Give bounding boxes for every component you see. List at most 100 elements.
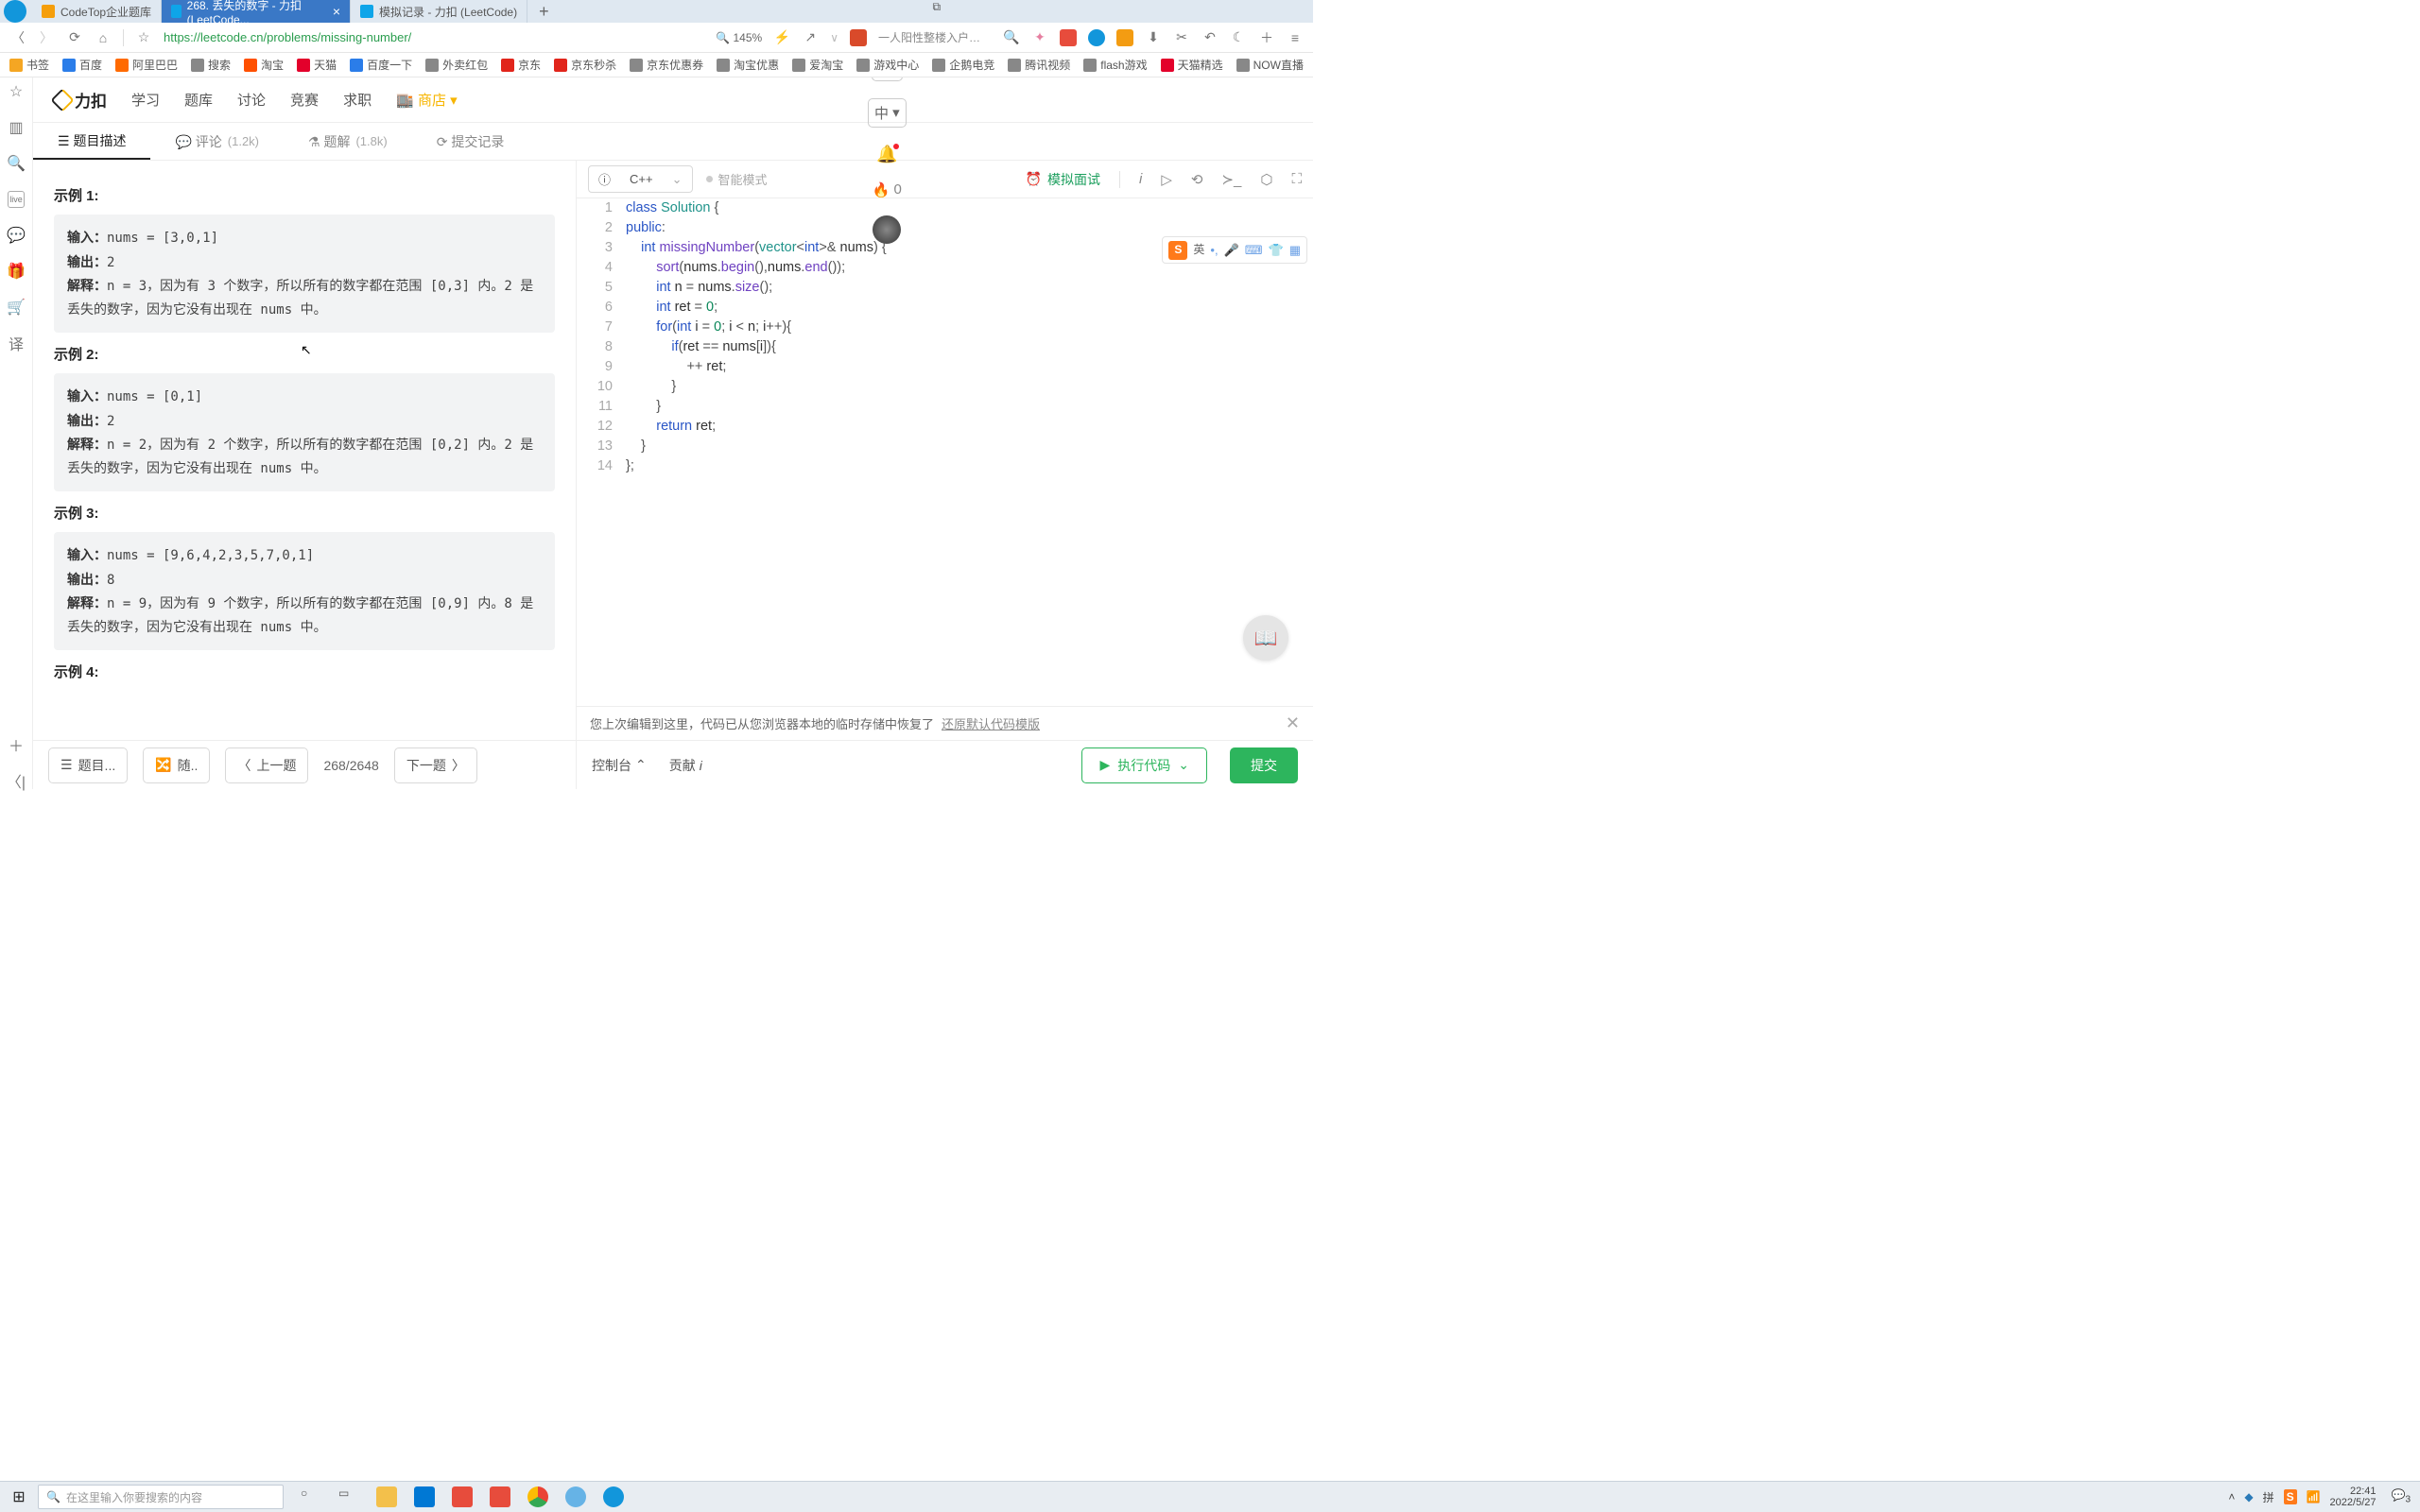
share-icon[interactable]: ↗ <box>802 29 819 46</box>
bookmark-item[interactable]: 淘宝 <box>244 57 284 73</box>
settings-icon[interactable]: ⬡ <box>1260 171 1272 188</box>
bookmark-item[interactable]: 京东秒杀 <box>554 57 616 73</box>
bookmark-item[interactable]: 游戏中心 <box>856 57 919 73</box>
code-editor[interactable]: S 英 •, 🎤 ⌨ 👕 ▦ 1class Solution {2public:… <box>577 198 1313 706</box>
bookmark-item[interactable]: 阿里巴巴 <box>115 57 178 73</box>
chat-icon[interactable]: 💬 <box>8 227 25 244</box>
ime-grid-icon[interactable]: ▦ <box>1289 240 1301 260</box>
tray-notifications-icon[interactable]: 💬3 <box>2391 1488 2411 1504</box>
live-icon[interactable]: live <box>8 191 25 208</box>
bookmark-item[interactable]: 百度 <box>62 57 102 73</box>
ext-icon-2[interactable]: ✦ <box>1031 29 1048 46</box>
console-toggle[interactable]: 控制台 ⌃ <box>592 756 647 775</box>
random-button[interactable]: 🔀 随.. <box>143 747 210 783</box>
ime-mic-icon[interactable]: 🎤 <box>1224 240 1239 260</box>
search-icon[interactable]: 🔍 <box>1003 29 1020 46</box>
problem-tab[interactable]: ⚗ 题解 (1.8k) <box>284 123 412 160</box>
nav-item[interactable]: 竞赛 <box>290 90 319 110</box>
bookmark-item[interactable]: 淘宝优惠 <box>717 57 779 73</box>
code-line[interactable]: 10 } <box>577 377 1313 397</box>
bookmark-item[interactable]: 百度一下 <box>350 57 412 73</box>
star-icon[interactable]: ☆ <box>8 83 25 100</box>
task-cortana-icon[interactable]: ○ <box>301 1486 321 1507</box>
prev-button[interactable]: 〈 上一题 <box>225 747 308 783</box>
book-icon[interactable]: ▥ <box>8 119 25 136</box>
browser-tab[interactable]: CodeTop企业题库 <box>32 0 162 23</box>
code-line[interactable]: 5 int n = nums.size(); <box>577 278 1313 298</box>
zoom-indicator[interactable]: 🔍 145% <box>716 31 762 44</box>
url-field[interactable]: https://leetcode.cn/problems/missing-num… <box>164 30 704 44</box>
site-logo[interactable]: 力扣 <box>54 88 107 112</box>
bookmark-item[interactable]: 天猫精选 <box>1161 57 1223 73</box>
tab-close-icon[interactable]: × <box>333 4 340 19</box>
bookmark-item[interactable]: 企鹅电竞 <box>932 57 994 73</box>
ime-keyboard-icon[interactable]: ⌨ <box>1245 240 1263 260</box>
nav-shop[interactable]: 🏬 商店 ▾ <box>396 90 458 110</box>
tray-net-icon[interactable]: 📶 <box>2307 1490 2321 1503</box>
gift-icon[interactable]: 🎁 <box>8 263 25 280</box>
code-line[interactable]: 7 for(int i = 0; i < n; i++){ <box>577 318 1313 337</box>
bookmark-item[interactable]: 搜索 <box>191 57 231 73</box>
bookmark-item[interactable]: 京东 <box>501 57 541 73</box>
restore-link[interactable]: 还原默认代码模版 <box>942 714 1040 732</box>
bookmark-item[interactable]: 腾讯视频 <box>1008 57 1070 73</box>
flash-icon[interactable]: ⚡ <box>773 29 790 46</box>
fullscreen-icon[interactable]: ⛶ <box>1291 171 1302 187</box>
tray-app1-icon[interactable]: ◆ <box>2244 1490 2253 1503</box>
dark-mode-icon[interactable]: ☾ <box>1230 29 1247 46</box>
run-icon[interactable]: ▷ <box>1161 171 1172 188</box>
browser-tab[interactable]: 模拟记录 - 力扣 (LeetCode) <box>351 0 527 23</box>
ime-panel[interactable]: S 英 •, 🎤 ⌨ 👕 ▦ <box>1162 236 1307 264</box>
contribute-link[interactable]: 贡献 i <box>669 756 702 775</box>
favorite-icon[interactable]: ☆ <box>135 29 152 46</box>
code-line[interactable]: 13 } <box>577 437 1313 456</box>
bookmark-item[interactable]: 外卖红包 <box>425 57 488 73</box>
code-line[interactable]: 6 int ret = 0; <box>577 298 1313 318</box>
next-button[interactable]: 下一题 〉 <box>394 747 477 783</box>
problem-tab[interactable]: ☰ 题目描述 <box>33 123 150 160</box>
bell-icon[interactable]: 🔔 <box>876 145 897 164</box>
floating-notes-button[interactable]: 📖 <box>1243 615 1288 661</box>
start-button[interactable]: ⊞ <box>0 1487 38 1506</box>
tray-up-icon[interactable]: ˄ <box>2228 1490 2235 1503</box>
nav-item[interactable]: 学习 <box>131 90 160 110</box>
problem-list-button[interactable]: ☰ 题目... <box>48 747 128 783</box>
task-vscode-icon[interactable] <box>414 1486 435 1507</box>
bookmark-item[interactable]: 书签 <box>9 57 49 73</box>
code-line[interactable]: 11 } <box>577 397 1313 417</box>
translate-icon[interactable]: 译 <box>8 335 25 352</box>
reload-button[interactable]: ⟳ <box>66 29 83 46</box>
ime-skin-icon[interactable]: 👕 <box>1269 240 1284 260</box>
submit-button[interactable]: 提交 <box>1230 747 1298 783</box>
task-view-icon[interactable]: ▭ <box>338 1486 359 1507</box>
ext-icon-5[interactable] <box>1116 29 1133 46</box>
bookmark-item[interactable]: flash游戏 <box>1083 57 1147 73</box>
bookmark-item[interactable]: 京东优惠券 <box>630 57 703 73</box>
task-chrome-icon[interactable] <box>527 1486 548 1507</box>
mock-interview-button[interactable]: ⏰ 模拟面试 <box>1026 170 1100 189</box>
home-button[interactable]: ⌂ <box>95 29 112 46</box>
add-panel-icon[interactable]: ＋ <box>8 736 25 753</box>
tray-ime-icon[interactable]: 拼 <box>2263 1489 2274 1505</box>
task-explorer-icon[interactable] <box>376 1486 397 1507</box>
code-line[interactable]: 2public: <box>577 218 1313 238</box>
ext-icon-4[interactable] <box>1088 29 1105 46</box>
nav-item[interactable]: 题库 <box>184 90 213 110</box>
reset-icon[interactable]: ⟲ <box>1191 171 1203 188</box>
bookmark-item[interactable]: 天猫 <box>297 57 337 73</box>
info-icon[interactable]: i <box>1139 171 1142 187</box>
ext-icon-1[interactable] <box>850 29 867 46</box>
code-line[interactable]: 12 return ret; <box>577 417 1313 437</box>
bookmark-item[interactable]: NOW直播 <box>1236 57 1304 73</box>
new-tab-button[interactable]: + <box>527 0 561 23</box>
ext-icon-3[interactable] <box>1060 29 1077 46</box>
banner-close-icon[interactable]: ✕ <box>1286 713 1300 733</box>
back-button[interactable]: 〈 <box>9 29 26 46</box>
task-app2-icon[interactable] <box>490 1486 510 1507</box>
browser-tab[interactable]: 268. 丢失的数字 - 力扣 (LeetCode...× <box>162 0 351 23</box>
clock[interactable]: 22:412022/5/27 <box>2330 1486 2382 1508</box>
cart-icon[interactable]: 🛒 <box>8 299 25 316</box>
forward-button[interactable]: 〉 <box>38 29 55 46</box>
menu-icon[interactable]: ≡ <box>1287 29 1304 46</box>
bookmark-item[interactable]: 爱淘宝 <box>792 57 843 73</box>
